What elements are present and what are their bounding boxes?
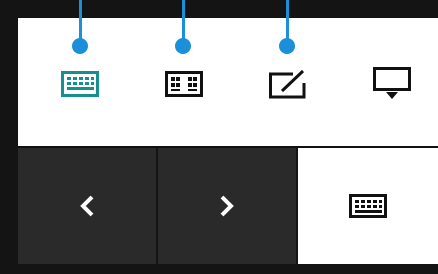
- split-keyboard-button[interactable]: [154, 64, 214, 104]
- split-keyboard-icon: [165, 71, 203, 97]
- standard-keyboard-button[interactable]: [50, 64, 110, 104]
- keyboard-icon: [61, 71, 99, 97]
- frame-left: [0, 0, 18, 274]
- keyboard-toggle-button[interactable]: [298, 148, 438, 264]
- next-button[interactable]: [158, 148, 296, 264]
- previous-button[interactable]: [18, 148, 156, 264]
- chevron-left-icon: [80, 195, 94, 217]
- dock-keyboard-icon: [373, 67, 411, 99]
- keyboard-icon: [349, 194, 387, 218]
- callout-dot-3: [279, 38, 295, 54]
- handwriting-panel-button[interactable]: [258, 64, 318, 104]
- handwriting-panel-icon: [269, 69, 306, 99]
- chevron-right-icon: [220, 195, 234, 217]
- callout-dot-1: [72, 38, 88, 54]
- frame-top: [0, 0, 438, 18]
- keyboard-mode-toolbar: [18, 0, 438, 146]
- frame-bottom: [0, 264, 438, 274]
- callout-dot-2: [175, 38, 191, 54]
- navigation-bar: [18, 148, 438, 264]
- dock-keyboard-button[interactable]: [362, 64, 422, 104]
